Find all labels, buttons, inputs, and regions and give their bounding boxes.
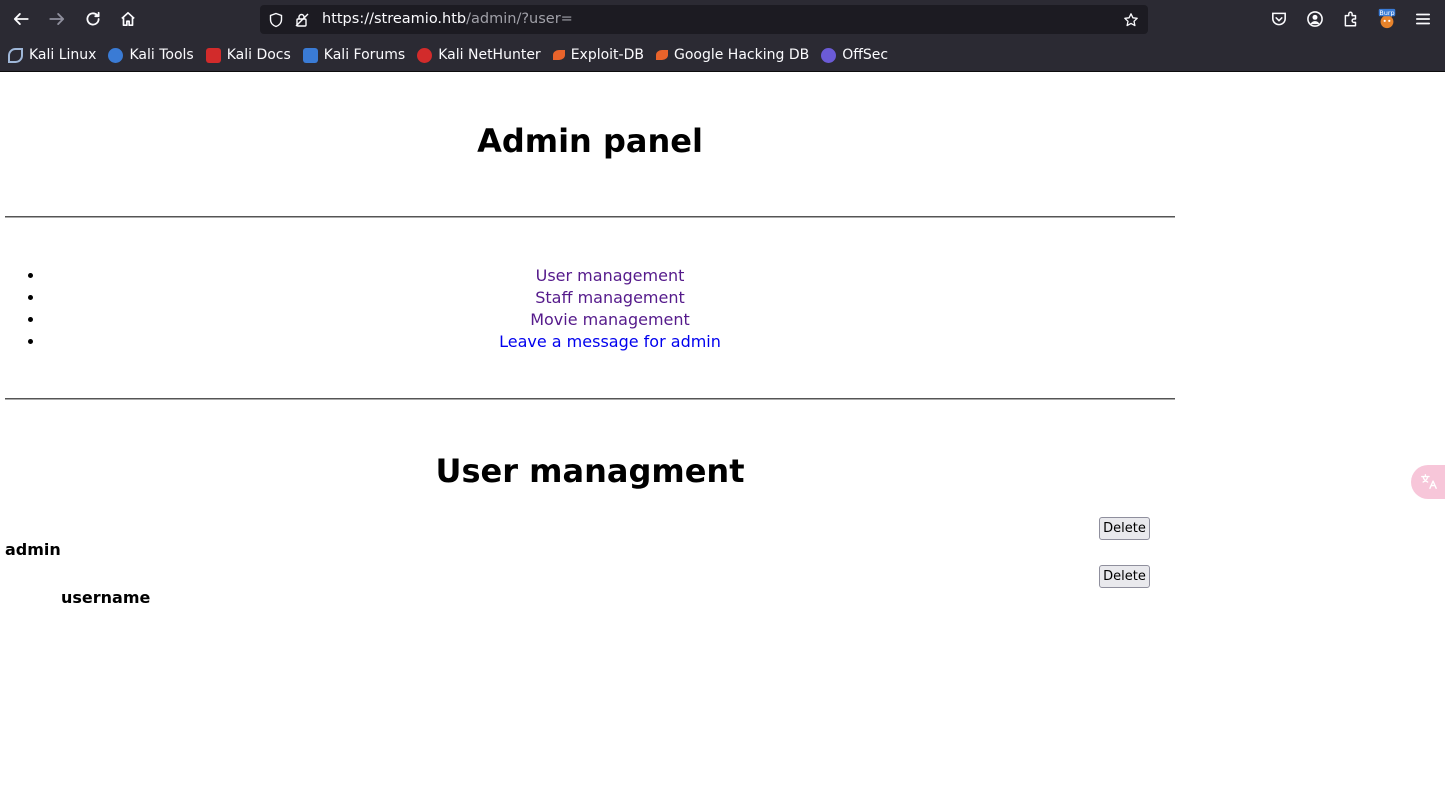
bookmark-kali-nethunter[interactable]: Kali NetHunter (417, 47, 541, 63)
hamburger-menu-icon (1415, 13, 1431, 25)
insecure-lock-icon[interactable] (293, 11, 311, 29)
divider-bottom (5, 398, 1175, 400)
bookmark-label: Kali NetHunter (438, 47, 541, 63)
delete-username-button[interactable]: Delete (1099, 565, 1150, 588)
kali-forums-icon (302, 47, 318, 63)
browser-toolbar: https://streamio.htb/admin/?user= Burp K… (0, 0, 1445, 72)
bookmark-offsec[interactable]: OffSec (821, 47, 888, 63)
user-management-link[interactable]: User management (536, 266, 685, 285)
page-title: Admin panel (477, 122, 703, 160)
extensions-button[interactable] (1339, 7, 1363, 31)
reload-button[interactable] (80, 6, 106, 32)
back-arrow-icon (13, 13, 29, 25)
exploit-db-icon (552, 50, 565, 60)
bookmark-label: Google Hacking DB (673, 47, 810, 63)
bookmark-label: Kali Forums (323, 47, 406, 63)
page-content: Admin panel User management Staff manage… (0, 72, 1445, 793)
delete-admin-button[interactable]: Delete (1099, 517, 1150, 540)
account-button[interactable] (1303, 7, 1327, 31)
user-name-username: username (61, 588, 151, 607)
leave-message-link[interactable]: Leave a message for admin (499, 332, 721, 351)
bookmarks-bar: Kali Linux Kali Tools Kali Docs Kali For… (8, 44, 900, 66)
menu-item: User management (45, 265, 1175, 287)
offsec-icon (821, 47, 837, 63)
kali-dragon-icon (8, 47, 23, 63)
ghdb-icon (655, 50, 668, 60)
bookmark-label: Kali Tools (129, 47, 194, 63)
burp-extension-button[interactable]: Burp (1375, 7, 1399, 31)
kali-nethunter-icon (417, 47, 433, 63)
bookmark-label: Kali Docs (226, 47, 291, 63)
bookmark-exploit-db[interactable]: Exploit-DB (552, 47, 644, 63)
pocket-button[interactable] (1267, 7, 1291, 31)
burp-badge-text: Burp (1379, 9, 1394, 17)
url-bar[interactable]: https://streamio.htb/admin/?user= (260, 5, 1148, 34)
bookmark-kali-forums[interactable]: Kali Forums (302, 47, 406, 63)
translate-button[interactable] (1411, 465, 1445, 499)
bookmark-kali-docs[interactable]: Kali Docs (205, 47, 291, 63)
account-icon (1307, 11, 1323, 27)
menu-item: Staff management (45, 287, 1175, 309)
bookmark-label: Exploit-DB (570, 47, 644, 63)
admin-menu: User management Staff management Movie m… (5, 265, 1175, 353)
bookmark-label: Kali Linux (29, 47, 97, 63)
burp-fox-icon: Burp (1378, 9, 1396, 29)
home-button[interactable] (115, 6, 141, 32)
menu-item: Movie management (45, 309, 1175, 331)
home-icon (121, 11, 135, 27)
kali-docs-icon (205, 47, 221, 63)
pocket-icon (1272, 12, 1286, 26)
url-path: /admin/?user= (466, 11, 573, 27)
section-title: User managment (435, 452, 745, 490)
bookmark-label: OffSec (842, 47, 889, 63)
forward-arrow-icon (49, 13, 65, 25)
translate-icon (1421, 474, 1437, 489)
menu-item: Leave a message for admin (45, 331, 1175, 353)
bookmark-star-icon[interactable] (1122, 11, 1140, 29)
url-text[interactable]: https://streamio.htb/admin/?user= (322, 11, 573, 27)
url-host: https://streamio.htb (322, 11, 467, 27)
reload-icon (86, 11, 100, 26)
app-menu-button[interactable] (1411, 7, 1435, 31)
movie-management-link[interactable]: Movie management (530, 310, 690, 329)
forward-button[interactable] (44, 6, 70, 32)
divider-top (5, 216, 1175, 218)
bookmark-google-hacking-db[interactable]: Google Hacking DB (655, 47, 810, 63)
bookmark-kali-linux[interactable]: Kali Linux (8, 47, 96, 63)
puzzle-icon (1344, 11, 1357, 27)
staff-management-link[interactable]: Staff management (535, 288, 685, 307)
tracking-protection-shield-icon[interactable] (267, 11, 285, 29)
bookmark-kali-tools[interactable]: Kali Tools (108, 47, 194, 63)
user-name-admin: admin (5, 540, 61, 559)
back-button[interactable] (8, 6, 34, 32)
kali-tools-icon (108, 47, 124, 63)
